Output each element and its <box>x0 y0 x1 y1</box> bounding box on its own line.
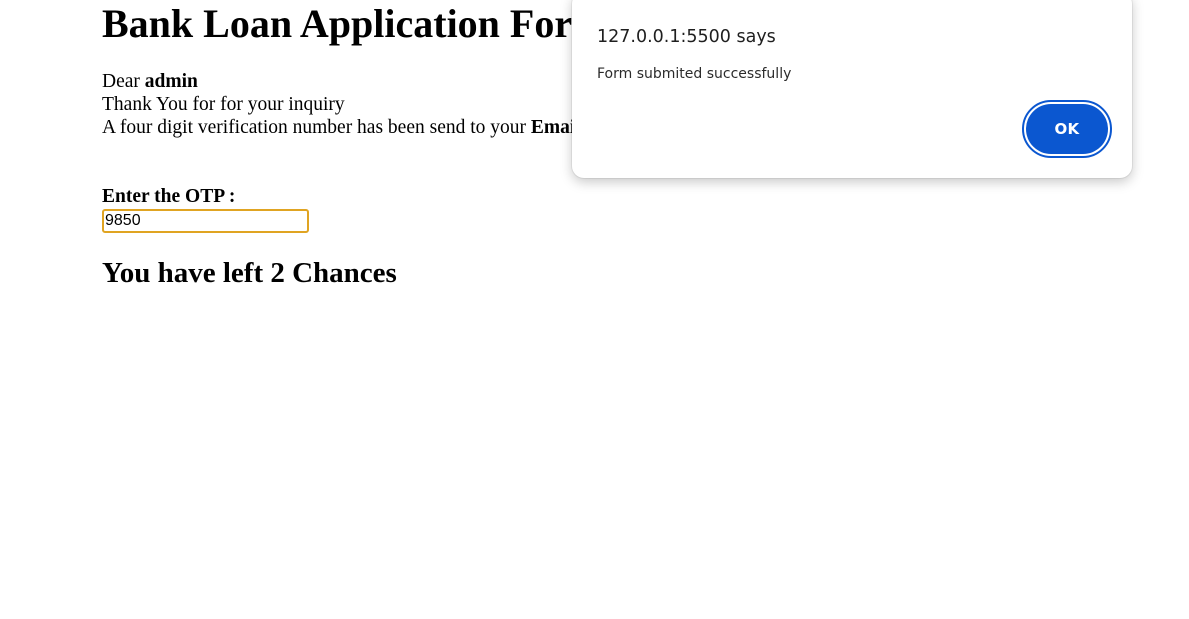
verification-line: A four digit verification number has bee… <box>102 116 581 139</box>
verification-text: A four digit verification number has bee… <box>102 117 531 138</box>
page-title: Bank Loan Application Form <box>102 1 606 46</box>
greeting-line: Dear admin <box>102 70 198 93</box>
chances-remaining: You have left 2 Chances <box>102 257 397 289</box>
dialog-origin: 127.0.0.1:5500 says <box>597 27 776 47</box>
greeting-prefix: Dear <box>102 71 145 92</box>
ok-button[interactable]: OK <box>1026 104 1108 154</box>
alert-dialog: 127.0.0.1:5500 says Form submited succes… <box>572 0 1132 178</box>
otp-input[interactable] <box>102 209 309 233</box>
username: admin <box>144 71 198 92</box>
ok-button-focus-ring[interactable]: OK <box>1022 100 1112 158</box>
dialog-message: Form submited successfully <box>597 66 792 82</box>
otp-label: Enter the OTP : <box>102 186 236 207</box>
thanks-line: Thank You for for your inquiry <box>102 94 345 115</box>
